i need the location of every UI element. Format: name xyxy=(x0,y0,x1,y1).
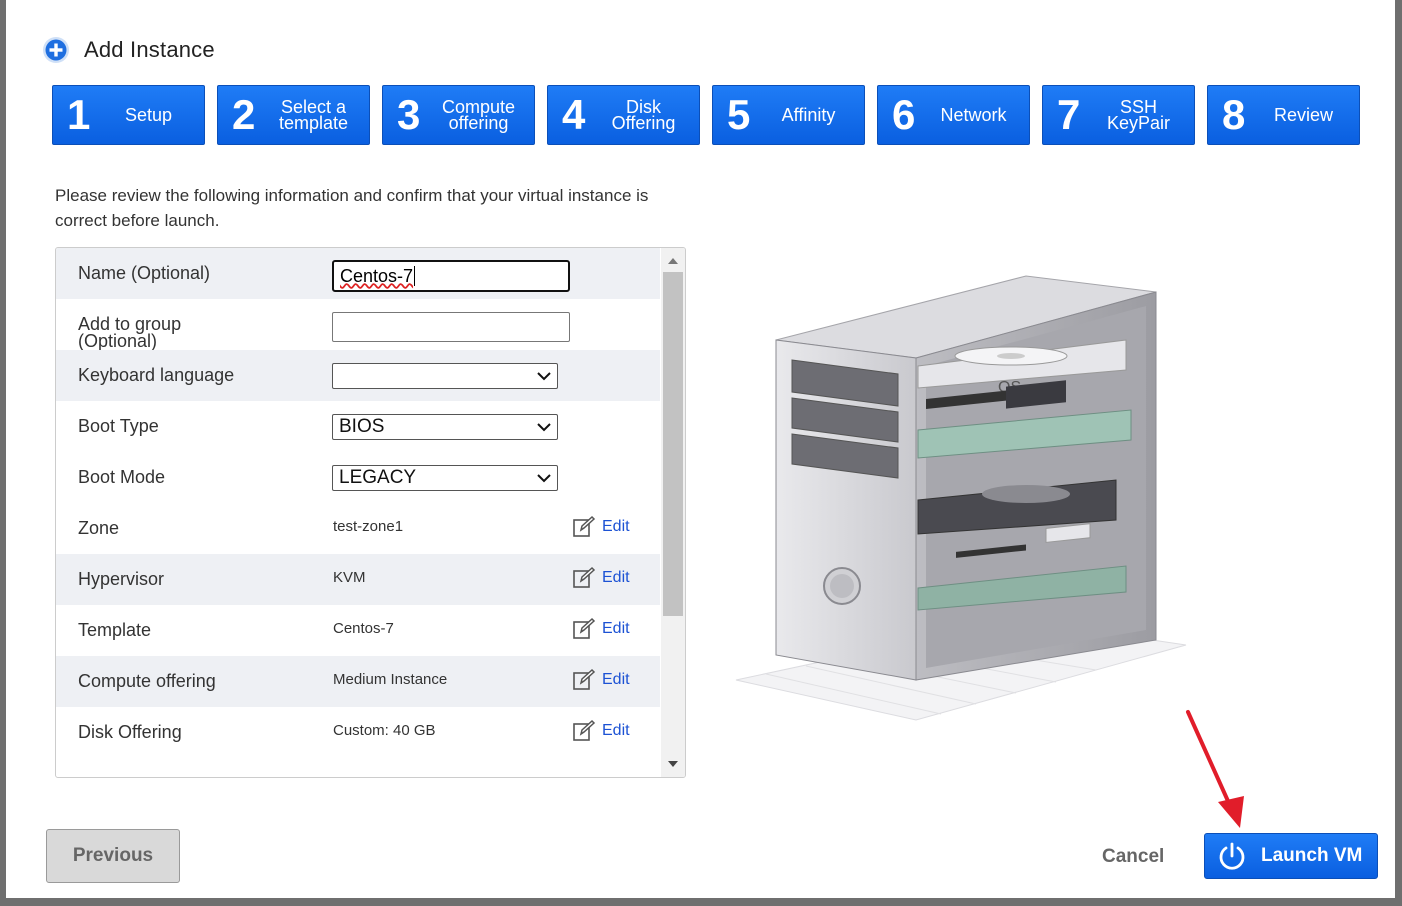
table-row: Disk Offering Custom: 40 GB Edit xyxy=(56,707,660,758)
template-label: Template xyxy=(78,620,152,640)
keyboard-language-select[interactable] xyxy=(332,363,558,389)
edit-link-text: Edit xyxy=(602,722,630,739)
edit-template-link[interactable]: Edit xyxy=(572,617,630,641)
step-label: Network xyxy=(940,105,1007,125)
boot-type-wrap: BIOS xyxy=(332,414,558,440)
table-row: Zone test-zone1 Edit xyxy=(56,503,660,554)
chevron-down-icon xyxy=(537,423,551,432)
step-number: 8 xyxy=(1222,91,1246,138)
step-label: Review xyxy=(1273,105,1334,125)
name-input-value: Centos-7 xyxy=(340,265,414,286)
scrollbar-thumb[interactable] xyxy=(663,272,683,616)
edit-icon xyxy=(573,719,596,741)
boot-type-label: Boot Type xyxy=(78,416,159,436)
edit-compute-offering-link[interactable]: Edit xyxy=(572,668,630,692)
step-network[interactable]: 6 Network xyxy=(877,85,1030,145)
name-input-wrap: Centos-7 xyxy=(332,260,570,292)
hypervisor-value: KVM xyxy=(333,569,366,586)
add-circle-icon xyxy=(43,37,69,63)
dialog-header: Add Instance xyxy=(42,32,215,68)
scroll-up-arrow-icon[interactable] xyxy=(667,256,679,266)
table-row: Hypervisor KVM Edit xyxy=(56,554,660,605)
step-review[interactable]: 8 Review xyxy=(1207,85,1360,145)
dialog-title: Add Instance xyxy=(84,37,215,62)
compute-offering-label: Compute offering xyxy=(78,671,216,691)
review-scrollbar[interactable] xyxy=(661,248,685,777)
step-setup[interactable]: 1 Setup xyxy=(52,85,205,145)
boot-mode-value: LEGACY xyxy=(339,467,417,488)
name-input[interactable]: Centos-7 xyxy=(332,260,570,292)
cancel-button[interactable]: Cancel xyxy=(1102,846,1164,868)
step-number: 3 xyxy=(397,91,421,138)
group-input[interactable] xyxy=(332,312,570,342)
step-number: 4 xyxy=(562,91,586,138)
table-row: Keyboard language xyxy=(56,350,660,401)
step-label: Compute offering xyxy=(441,97,516,133)
step-number: 5 xyxy=(727,91,751,138)
chevron-down-icon xyxy=(537,474,551,483)
edit-link-text: Edit xyxy=(602,671,630,688)
step-label: Setup xyxy=(124,105,173,125)
power-icon xyxy=(1219,842,1245,870)
step-number: 7 xyxy=(1057,91,1081,138)
step-affinity[interactable]: 5 Affinity xyxy=(712,85,865,145)
edit-icon xyxy=(573,617,596,639)
step-number: 2 xyxy=(232,91,256,138)
boot-mode-wrap: LEGACY xyxy=(332,465,558,491)
table-row: Name (Optional) Centos-7 xyxy=(56,248,660,299)
step-label: Select a template xyxy=(278,97,349,133)
edit-link-text: Edit xyxy=(602,620,630,637)
template-value: Centos-7 xyxy=(333,620,394,637)
zone-label: Zone xyxy=(78,518,120,538)
step-number: 1 xyxy=(67,91,91,138)
disk-offering-value: Custom: 40 GB xyxy=(333,722,436,739)
step-select-template[interactable]: 2 Select a template xyxy=(217,85,370,145)
boot-mode-select[interactable]: LEGACY xyxy=(332,465,558,491)
annotation-arrow-icon xyxy=(1186,710,1244,828)
edit-link-text: Edit xyxy=(602,569,630,586)
hypervisor-label: Hypervisor xyxy=(78,569,165,589)
step-ssh-keypair[interactable]: 7 SSH KeyPair xyxy=(1042,85,1195,145)
step-number: 6 xyxy=(892,91,916,138)
table-row: Boot Type BIOS xyxy=(56,401,660,452)
step-label: Disk Offering xyxy=(611,97,676,133)
review-rows: Name (Optional) Centos-7 Add to group (Op… xyxy=(56,248,660,758)
step-compute-offering[interactable]: 3 Compute offering xyxy=(382,85,535,145)
step-label: SSH KeyPair xyxy=(1106,97,1171,133)
group-input-wrap xyxy=(332,312,570,342)
computer-tower-illustration: OS xyxy=(735,275,1187,721)
table-row: Add to group (Optional) xyxy=(56,299,660,350)
name-label: Name (Optional) xyxy=(78,263,211,283)
zone-value: test-zone1 xyxy=(333,518,404,535)
review-panel: Name (Optional) Centos-7 Add to group (Op… xyxy=(55,247,686,778)
compute-offering-value: Medium Instance xyxy=(333,671,448,688)
boot-mode-label: Boot Mode xyxy=(78,467,166,487)
boot-type-select[interactable]: BIOS xyxy=(332,414,558,440)
table-row: Template Centos-7 Edit xyxy=(56,605,660,656)
disk-offering-label: Disk Offering xyxy=(78,722,182,742)
previous-button[interactable]: Previous xyxy=(46,829,180,883)
scroll-down-arrow-icon[interactable] xyxy=(667,759,679,769)
table-row: Compute offering Medium Instance Edit xyxy=(56,656,660,707)
edit-link-text: Edit xyxy=(602,518,630,535)
step-label: Affinity xyxy=(781,105,836,125)
edit-zone-link[interactable]: Edit xyxy=(572,515,630,539)
keyboard-language-wrap xyxy=(332,363,558,389)
edit-hypervisor-link[interactable]: Edit xyxy=(572,566,630,590)
boot-type-value: BIOS xyxy=(339,416,385,437)
launch-vm-button[interactable]: Launch VM xyxy=(1204,833,1378,879)
edit-icon xyxy=(573,566,596,588)
edit-icon xyxy=(573,668,596,690)
keyboard-language-label: Keyboard language xyxy=(78,365,235,385)
group-label: Add to group (Optional) xyxy=(78,314,182,351)
review-instructions: Please review the following information … xyxy=(55,186,649,230)
add-instance-dialog: Add Instance 1 Setup 2 Select a template … xyxy=(6,0,1395,898)
step-disk-offering[interactable]: 4 Disk Offering xyxy=(547,85,700,145)
launch-vm-label: Launch VM xyxy=(1261,845,1363,866)
edit-disk-offering-link[interactable]: Edit xyxy=(572,719,630,743)
edit-icon xyxy=(573,515,596,537)
wizard-steps: 1 Setup 2 Select a template 3 Compute offe… xyxy=(52,85,1360,145)
chevron-down-icon xyxy=(537,372,551,381)
table-row: Boot Mode LEGACY xyxy=(56,452,660,503)
